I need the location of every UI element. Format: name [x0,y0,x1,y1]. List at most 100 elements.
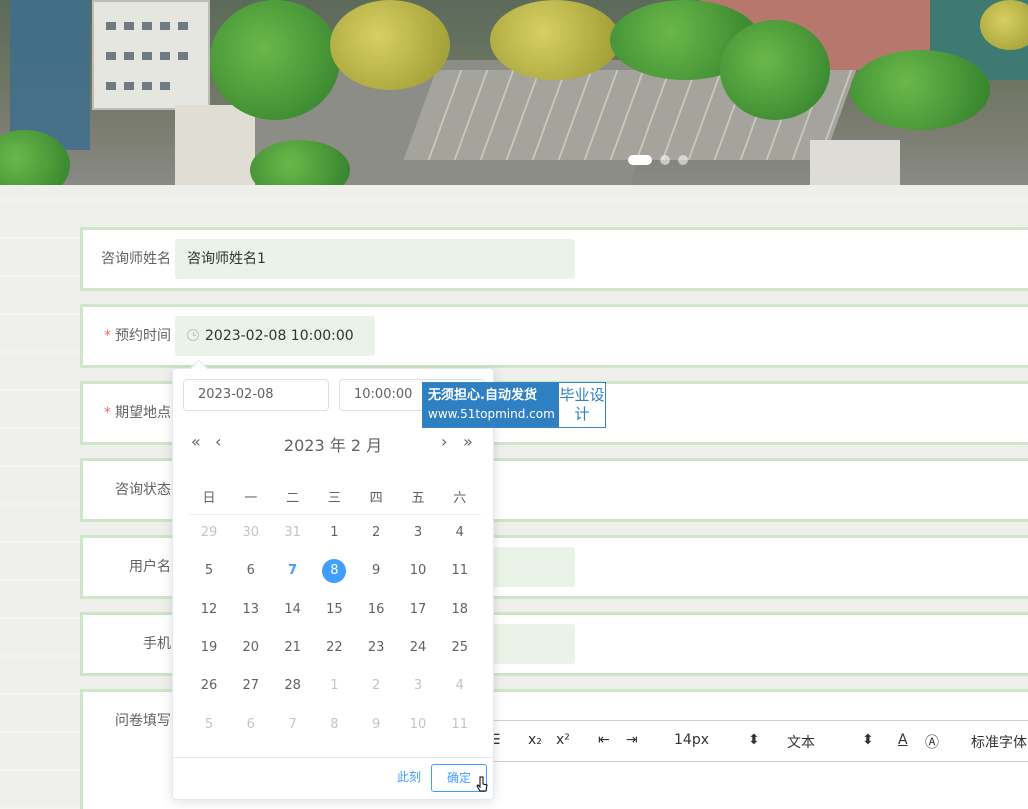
picker-month-label[interactable]: 2 月 [351,436,382,455]
calendar-day-text: 4 [455,525,464,540]
calendar-day[interactable]: 8 [314,707,354,743]
calendar-day[interactable]: 3 [398,668,438,704]
calendar-day[interactable]: 3 [398,515,438,551]
calendar-day-text: 2 [372,525,381,540]
pointer-cursor-icon [476,776,488,792]
calendar-day[interactable]: 19 [189,630,229,666]
calendar-day[interactable]: 31 [273,515,313,551]
weekday-label: 一 [244,491,258,506]
now-button[interactable]: 此刻 [397,768,421,785]
weekday-label: 二 [286,491,300,506]
calendar-day[interactable]: 17 [398,592,438,628]
calendar-day-text: 6 [246,563,255,579]
font-size-select[interactable]: 14px [674,732,709,748]
watermark-main: 无须担心.自动发货 www.51topmind.com [423,383,559,427]
calendar-day-text: 18 [451,601,469,617]
counselor-name-input[interactable]: 咨询师姓名1 [175,239,575,279]
carousel-dot-3[interactable] [678,155,688,165]
calendar-day[interactable]: 12 [189,592,229,628]
banner-building [92,0,210,110]
calendar-day-text: 9 [372,716,381,732]
calendar-day[interactable]: 11 [440,707,480,743]
calendar-day[interactable]: 23 [356,630,396,666]
calendar-day-text: 8 [322,559,347,584]
calendar-day-text: 26 [200,678,218,694]
background-color-icon[interactable]: Ⓐ [925,732,939,752]
calendar-day-text: 3 [413,525,423,540]
banner-tree [210,0,340,120]
calendar-day[interactable]: 21 [273,630,313,666]
calendar-day[interactable]: 30 [231,515,271,551]
banner-scene-block [10,0,90,150]
indent-icon[interactable]: ⇥ [626,732,638,748]
hero-banner [0,0,1028,185]
next-month-icon[interactable]: › [441,432,447,451]
picker-date-input[interactable]: 2023-02-08 [183,379,329,411]
calendar-day[interactable]: 4 [440,515,480,551]
calendar-day-text: 23 [367,639,385,655]
appointment-time-label-text: 预约时间 [115,328,171,344]
calendar-day[interactable]: 5 [189,707,229,743]
calendar-day[interactable]: 14 [273,592,313,628]
font-color-icon[interactable]: A [898,732,908,748]
appointment-time-input[interactable]: 2023-02-08 10:00:00 [175,316,375,356]
calendar-day[interactable]: 16 [356,592,396,628]
calendar-day[interactable]: 1 [314,668,354,704]
calendar-day[interactable]: 5 [189,553,229,589]
calendar-day[interactable]: 2 [356,515,396,551]
block-type-select[interactable]: 文本 [787,732,815,752]
calendar-day[interactable]: 24 [398,630,438,666]
calendar-day[interactable]: 20 [231,630,271,666]
watermark-line1: 无须担心.自动发货 [428,388,537,403]
select-arrows-icon: ⬍ [748,732,760,748]
calendar-day[interactable]: 8 [314,553,354,589]
calendar-day[interactable]: 18 [440,592,480,628]
banner-tree [330,0,450,90]
calendar-day[interactable]: 9 [356,553,396,589]
calendar-day-text: 10 [409,716,427,732]
outdent-icon[interactable]: ⇤ [598,732,610,748]
calendar-day[interactable]: 9 [356,707,396,743]
calendar-day[interactable]: 6 [231,553,271,589]
calendar-day[interactable]: 11 [440,553,480,589]
calendar-day-text: 7 [288,563,298,579]
calendar-day[interactable]: 15 [314,592,354,628]
calendar-day-text: 31 [284,525,301,540]
calendar-day[interactable]: 4 [440,668,480,704]
questionnaire-label: 问卷填写 [115,713,171,729]
calendar-day[interactable]: 6 [231,707,271,743]
calendar-day[interactable]: 2 [356,668,396,704]
carousel-indicators [628,155,688,165]
status-label: 咨询状态 [115,482,171,498]
calendar-day[interactable]: 26 [189,668,229,704]
banner-building [175,105,255,185]
location-label: * 期望地点 [83,384,171,442]
calendar-day[interactable]: 22 [314,630,354,666]
carousel-dot-2[interactable] [660,155,670,165]
select-arrows-icon: ⬍ [862,732,874,748]
picker-footer: 此刻 确定 [173,757,493,799]
calendar-day-text: 20 [242,639,260,655]
carousel-dot-1[interactable] [628,155,652,165]
calendar-day[interactable]: 29 [189,515,229,551]
calendar-day[interactable]: 13 [231,592,271,628]
calendar-day-text: 6 [246,716,255,732]
calendar-day[interactable]: 27 [231,668,271,704]
calendar-day[interactable]: 25 [440,630,480,666]
font-family-select[interactable]: 标准字体 [971,732,1027,752]
calendar-day-text: 24 [409,639,427,655]
subscript-icon[interactable]: x₂ [528,732,542,748]
calendar-day[interactable]: 7 [273,707,313,743]
next-year-icon[interactable]: » [463,432,473,451]
calendar-day-text: 30 [242,525,260,540]
calendar-day[interactable]: 7 [273,553,313,589]
calendar-day[interactable]: 1 [314,515,354,551]
calendar-day[interactable]: 10 [398,553,438,589]
calendar-day-text: 1 [330,678,339,694]
watermark-line2: www.51topmind.com [428,407,555,421]
picker-year-label[interactable]: 2023 年 [284,436,346,455]
calendar-day[interactable]: 10 [398,707,438,743]
calendar-day[interactable]: 28 [273,668,313,704]
form-row-appointment-time: * 预约时间 2023-02-08 10:00:00 [80,304,1028,368]
superscript-icon[interactable]: x² [556,732,570,748]
